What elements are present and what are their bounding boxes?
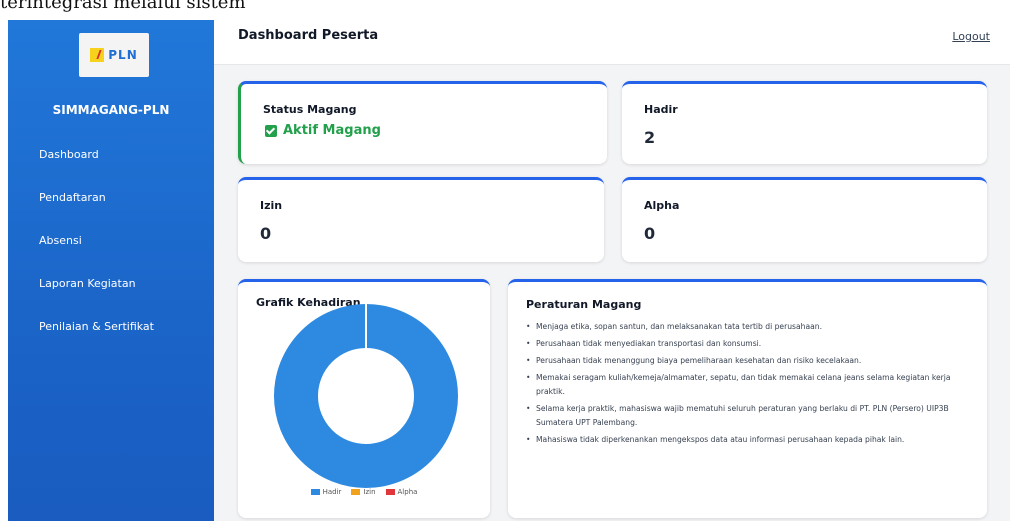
sidebar-item-penilaian-sertifikat[interactable]: Penilaian & Sertifikat [39, 320, 154, 333]
rule-item: Perusahaan tidak menyediakan transportas… [526, 337, 966, 351]
sidebar-item-dashboard[interactable]: Dashboard [39, 148, 99, 161]
rules-card: Peraturan Magang Menjaga etika, sopan sa… [508, 279, 987, 518]
lightning-icon [90, 48, 105, 62]
izin-card-title: Izin [260, 199, 283, 212]
legend-swatch-izin [351, 489, 361, 495]
hadir-card: Hadir 2 [622, 81, 987, 164]
izin-count: 0 [260, 224, 272, 243]
rules-list: Menjaga etika, sopan santun, dan melaksa… [526, 320, 966, 450]
check-icon [265, 124, 277, 137]
sidebar: PLN SIMMAGANG-PLN Dashboard Pendaftaran … [8, 20, 214, 521]
top-bar: Dashboard Peserta Logout [214, 20, 1010, 65]
sidebar-item-absensi[interactable]: Absensi [39, 234, 82, 247]
legend-label-izin: Izin [363, 488, 376, 496]
alpha-card: Alpha 0 [622, 177, 987, 262]
chart-card: Grafik Kehadiran Hadir Izin Alpha [238, 279, 490, 518]
hadir-card-title: Hadir [644, 103, 678, 116]
rule-item: Mahasiswa tidak diperkenankan mengekspos… [526, 433, 966, 447]
legend-label-alpha: Alpha [397, 488, 418, 496]
app-name: SIMMAGANG-PLN [52, 103, 170, 117]
status-value: Aktif Magang [265, 123, 381, 138]
legend-item[interactable]: Hadir [310, 488, 342, 496]
legend-label-hadir: Hadir [322, 488, 342, 496]
logo-text: PLN [108, 48, 138, 62]
status-value-text: Aktif Magang [283, 123, 381, 138]
attendance-donut-chart [274, 304, 458, 488]
sidebar-item-pendaftaran[interactable]: Pendaftaran [39, 191, 106, 204]
sidebar-item-laporan-kegiatan[interactable]: Laporan Kegiatan [39, 277, 136, 290]
rules-title: Peraturan Magang [526, 298, 642, 311]
chart-legend: Hadir Izin Alpha [238, 488, 490, 496]
logout-link[interactable]: Logout [952, 30, 990, 43]
status-card-title: Status Magang [263, 103, 357, 116]
rule-item: Perusahaan tidak menanggung biaya pemeli… [526, 354, 966, 368]
legend-swatch-alpha [385, 489, 395, 495]
rule-item: Menjaga etika, sopan santun, dan melaksa… [526, 320, 966, 334]
legend-swatch-hadir [310, 489, 320, 495]
page-title: Dashboard Peserta [238, 28, 379, 43]
rule-item: Selama kerja praktik, mahasiswa wajib me… [526, 402, 966, 430]
izin-card: Izin 0 [238, 177, 604, 262]
alpha-count: 0 [644, 224, 656, 243]
legend-item[interactable]: Alpha [385, 488, 418, 496]
main-content: Status Magang Aktif Magang Hadir 2 Izin … [214, 65, 1010, 521]
legend-item[interactable]: Izin [351, 488, 376, 496]
status-card: Status Magang Aktif Magang [238, 81, 607, 164]
pln-logo: PLN [79, 33, 149, 77]
document-text-fragment: terintegrasi melalui sistem [0, 0, 246, 13]
alpha-card-title: Alpha [644, 199, 680, 212]
hadir-count: 2 [644, 128, 656, 147]
rule-item: Memakai seragam kuliah/kemeja/almamater,… [526, 371, 966, 399]
